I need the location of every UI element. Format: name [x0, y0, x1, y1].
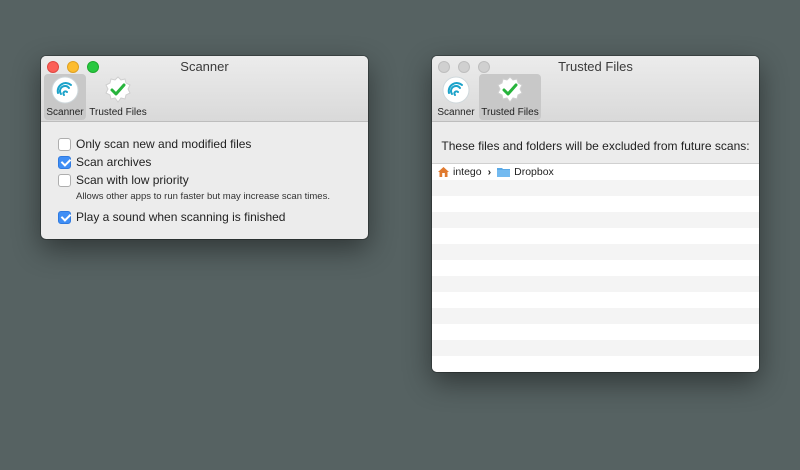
- toolbar-label: Scanner: [46, 107, 84, 118]
- option-only-new-modified[interactable]: Only scan new and modified files: [58, 137, 251, 151]
- option-play-sound[interactable]: Play a sound when scanning is finished: [58, 210, 285, 224]
- option-scan-archives[interactable]: Scan archives: [58, 155, 151, 169]
- toolbar-trusted-files-tab[interactable]: Trusted Files: [88, 74, 148, 120]
- trusted-files-window: Trusted Files Scanner Trusted Files Thes…: [432, 56, 759, 372]
- path-segment: intego: [453, 166, 482, 178]
- window-title: Trusted Files: [558, 59, 633, 74]
- option-low-priority[interactable]: Scan with low priority: [58, 173, 189, 187]
- toolbar-label: Trusted Files: [481, 107, 539, 118]
- checkbox[interactable]: [58, 155, 71, 169]
- toolbar-scanner-tab[interactable]: Scanner: [44, 74, 86, 120]
- toolbar-label: Scanner: [437, 107, 475, 118]
- trusted-files-content: These files and folders will be excluded…: [432, 123, 759, 372]
- scanner-settings: Only scan new and modified files Scan ar…: [41, 123, 368, 239]
- path-segment: Dropbox: [514, 166, 554, 178]
- trusted-files-icon: [105, 76, 131, 103]
- toolbar-trusted-files-tab[interactable]: Trusted Files: [479, 74, 541, 120]
- exclusion-message: These files and folders will be excluded…: [441, 139, 750, 153]
- option-description: Allows other apps to run faster but may …: [76, 191, 330, 202]
- scanner-icon: [442, 76, 470, 104]
- toolbar: Trusted Files Scanner Trusted Files: [432, 56, 759, 122]
- trusted-files-list[interactable]: intego › Dropbox: [432, 163, 759, 372]
- checkbox[interactable]: [58, 173, 71, 187]
- window-title: Scanner: [180, 59, 229, 74]
- toolbar-label: Trusted Files: [89, 107, 147, 118]
- toolbar-scanner-tab[interactable]: Scanner: [435, 74, 477, 120]
- option-label: Only scan new and modified files: [76, 137, 252, 151]
- option-label: Scan archives: [76, 155, 152, 169]
- option-label: Play a sound when scanning is finished: [76, 210, 286, 224]
- checkbox[interactable]: [58, 137, 71, 151]
- trusted-files-icon: [497, 76, 523, 103]
- scanner-icon: [51, 76, 79, 104]
- home-icon: [438, 167, 449, 177]
- list-item[interactable]: intego › Dropbox: [432, 164, 759, 180]
- scanner-window: Scanner Scanner Trusted Files Only scan …: [41, 56, 368, 239]
- folder-icon: [497, 168, 511, 177]
- chevron-right-icon: ›: [487, 166, 492, 178]
- toolbar: Scanner Scanner Trusted Files: [41, 56, 368, 122]
- option-label: Scan with low priority: [76, 173, 189, 187]
- checkbox[interactable]: [58, 210, 71, 224]
